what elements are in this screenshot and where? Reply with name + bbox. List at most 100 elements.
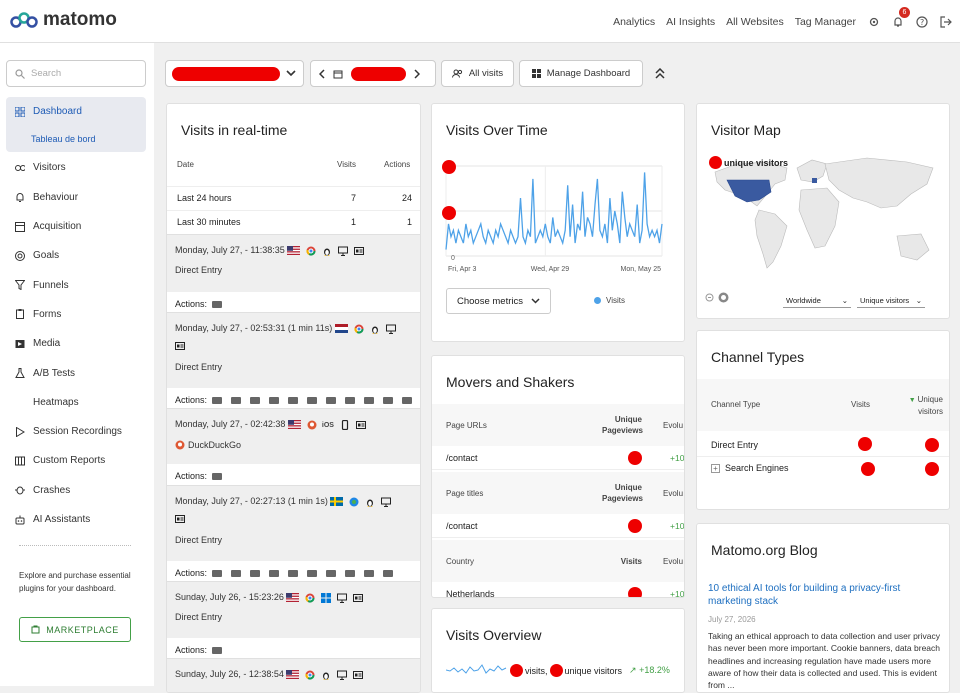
overview-summary: visits, unique visitors ↗ +18.2% xyxy=(510,664,670,677)
sidebar-item-behaviour[interactable]: Behaviour xyxy=(6,183,146,212)
sidebar-item-label: Forms xyxy=(33,308,62,320)
visit-entry[interactable]: Monday, July 27, - 02:53:31 (1 min 11s) … xyxy=(167,312,420,409)
visit-entry[interactable]: Monday, July 27, - 11:38:35 Direct Entry… xyxy=(167,234,420,313)
folder-icon[interactable] xyxy=(364,570,375,577)
chart-legend[interactable]: Visits xyxy=(594,296,625,305)
search-icon xyxy=(15,68,25,79)
metric-select[interactable]: Unique visitors ⌄ xyxy=(857,293,925,308)
folder-icon[interactable] xyxy=(231,397,242,404)
region-select[interactable]: Worldwide ⌄ xyxy=(783,293,851,308)
visit-time: Sunday, July 26, - 15:23:26 xyxy=(175,592,284,602)
visit-header: Monday, July 27, - 02:42:38 iOS xyxy=(175,419,366,430)
blog-post-link[interactable]: 10 ethical AI tools for building a priva… xyxy=(708,582,940,608)
table-row[interactable]: /contact +10 xyxy=(432,514,684,538)
chrome-icon xyxy=(306,246,316,256)
chevron-left-icon[interactable] xyxy=(319,68,325,79)
us-flag-icon xyxy=(286,670,300,680)
sidebar-item-dashboard[interactable]: Dashboard xyxy=(6,97,146,127)
metric-value: Unique visitors xyxy=(860,295,910,305)
sidebar-item-ai-assistants[interactable]: AI Assistants xyxy=(6,505,146,534)
choose-metrics-button[interactable]: Choose metrics xyxy=(446,288,551,314)
table-row[interactable]: Direct Entry xyxy=(697,433,949,457)
movers-title: Movers and Shakers xyxy=(446,374,575,390)
folder-icon[interactable] xyxy=(364,397,375,404)
overview-visits-label: visits, xyxy=(525,665,548,676)
site-selector[interactable] xyxy=(165,60,304,87)
row-label: Search Engines xyxy=(725,463,789,473)
visitor-profile-icon[interactable] xyxy=(353,593,364,603)
folder-icon[interactable] xyxy=(307,397,318,404)
visit-entry[interactable]: Sunday, July 26, - 15:23:26 Direct Entry… xyxy=(167,581,420,659)
sidebar-item-a-b-tests[interactable]: A/B Tests xyxy=(6,358,146,387)
visitor-profile-icon[interactable] xyxy=(355,420,366,430)
visit-entry[interactable]: Monday, July 27, - 02:27:13 (1 min 1s) D… xyxy=(167,485,420,582)
redacted-value xyxy=(442,206,456,220)
col-unique-visitors[interactable]: ▼ Unique visitors xyxy=(897,394,943,417)
period-selector[interactable] xyxy=(310,60,436,87)
table-row[interactable]: /contact +10 xyxy=(432,446,684,470)
nav-all-websites[interactable]: All Websites xyxy=(726,16,784,28)
chevron-right-icon[interactable] xyxy=(414,68,420,79)
folder-icon[interactable] xyxy=(269,397,280,404)
sidebar-item-session-recordings[interactable]: Session Recordings xyxy=(6,417,146,446)
visitor-profile-icon[interactable] xyxy=(175,341,185,351)
folder-icon[interactable] xyxy=(250,570,261,577)
sidebar-item-visitors[interactable]: Visitors xyxy=(6,153,146,182)
table-row[interactable]: Netherlands +10 xyxy=(432,582,684,597)
marketplace-label: MARKETPLACE xyxy=(46,624,119,635)
visitor-profile-icon[interactable] xyxy=(353,670,364,680)
bell-icon[interactable]: 6 xyxy=(891,7,910,28)
folder-icon[interactable] xyxy=(250,397,261,404)
folder-icon[interactable] xyxy=(383,397,394,404)
folder-icon[interactable] xyxy=(212,473,223,480)
folder-icon[interactable] xyxy=(326,570,337,577)
visitor-profile-icon[interactable] xyxy=(354,246,365,256)
sidebar-subitem-tableau-de-bord[interactable]: Tableau de bord xyxy=(6,126,146,153)
search-input[interactable]: Search xyxy=(6,60,146,87)
folder-icon[interactable] xyxy=(326,397,337,404)
folder-icon[interactable] xyxy=(402,397,413,404)
smartphone-icon xyxy=(341,419,349,430)
nav-analytics[interactable]: Analytics xyxy=(613,16,655,28)
sidebar-item-funnels[interactable]: Funnels xyxy=(6,270,146,299)
folder-icon[interactable] xyxy=(288,570,299,577)
folder-icon[interactable] xyxy=(383,570,394,577)
folder-icon[interactable] xyxy=(345,570,356,577)
sidebar-item-heatmaps[interactable]: Heatmaps xyxy=(6,388,146,417)
folder-icon[interactable] xyxy=(345,397,356,404)
zoom-out-icon[interactable] xyxy=(705,293,715,303)
table-row[interactable]: + Search Engines xyxy=(697,457,949,481)
segment-selector[interactable]: All visits xyxy=(441,60,514,87)
folder-icon[interactable] xyxy=(288,397,299,404)
matomo-logo[interactable]: matomo xyxy=(10,9,117,31)
visit-entry[interactable]: Sunday, July 26, - 12:38:54 xyxy=(167,658,420,692)
referrer-label: Direct Entry xyxy=(175,265,223,275)
nav-tag-manager[interactable]: Tag Manager xyxy=(795,16,856,28)
folder-icon[interactable] xyxy=(231,570,242,577)
folder-icon[interactable] xyxy=(269,570,280,577)
folder-icon[interactable] xyxy=(212,647,223,654)
sidebar-item-goals[interactable]: Goals xyxy=(6,241,146,270)
sidebar-item-media[interactable]: Media xyxy=(6,329,146,358)
expand-icon[interactable]: + xyxy=(711,463,720,473)
marketplace-button[interactable]: MARKETPLACE xyxy=(19,617,131,642)
world-map[interactable] xyxy=(697,150,950,290)
collapse-icon[interactable] xyxy=(655,68,665,79)
sidebar-item-acquisition[interactable]: Acquisition xyxy=(6,212,146,241)
gear-icon[interactable] xyxy=(867,15,880,28)
help-icon[interactable]: ? xyxy=(915,15,928,28)
folder-icon[interactable] xyxy=(307,570,318,577)
sidebar-item-crashes[interactable]: Crashes xyxy=(6,476,146,505)
folder-icon[interactable] xyxy=(212,570,223,577)
folder-icon[interactable] xyxy=(212,301,223,308)
nav-ai-insights[interactable]: AI Insights xyxy=(666,16,715,28)
logout-icon[interactable] xyxy=(939,15,952,28)
globe-icon[interactable] xyxy=(718,292,729,303)
sidebar-item-custom-reports[interactable]: Custom Reports xyxy=(6,446,146,475)
visitor-profile-icon[interactable] xyxy=(175,514,185,524)
visit-entry[interactable]: Monday, July 27, - 02:42:38 iOS DuckDuckG… xyxy=(167,408,420,486)
manage-dashboard-button[interactable]: Manage Dashboard xyxy=(519,60,643,87)
folder-icon[interactable] xyxy=(212,397,223,404)
sidebar-item-forms[interactable]: Forms xyxy=(6,300,146,329)
col-visits: Visits xyxy=(337,160,356,169)
